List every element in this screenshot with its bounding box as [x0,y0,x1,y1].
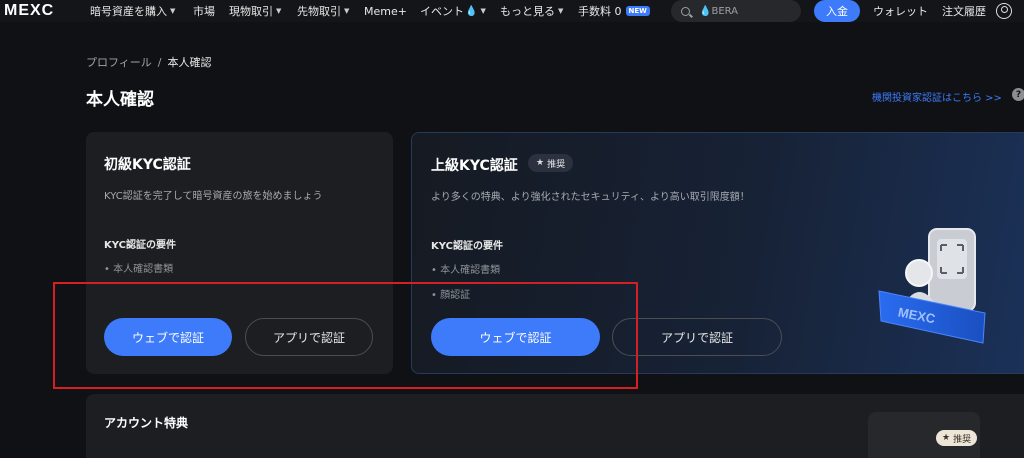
breadcrumb: プロフィール / 本人確認 [86,54,212,70]
star-icon: ★ [942,433,951,443]
search-input[interactable]: 💧 BERA [671,0,801,22]
nav-more[interactable]: もっと見る ▼ [500,0,563,22]
nav-meme[interactable]: Meme+ [364,0,407,22]
nav-fees-label: 手数料 0 [578,5,622,18]
nav-markets[interactable]: 市場 [193,0,215,22]
advanced-requirement-id-document: • 本人確認書類 [431,265,501,276]
top-nav: MEXC 暗号資産を購入 ▼ 市場 現物取引 ▼ 先物取引 ▼ Meme+ イベント 💧… [0,0,1024,22]
basic-kyc-requirements-title: KYC認証の要件 [104,240,176,251]
nav-more-label: もっと見る [500,5,555,18]
nav-spot[interactable]: 現物取引 ▼ [229,0,281,22]
drop-icon: 💧 [699,5,712,17]
page-title: 本人確認 [86,90,154,110]
advanced-kyc-description: より多くの特典、より強化されたセキュリティ、より高い取引限度額！ [431,192,750,203]
user-icon[interactable] [996,3,1012,19]
deposit-button[interactable]: 入金 [814,0,860,22]
recommended-badge: ★ 推奨 [528,154,574,172]
mexc-logo[interactable]: MEXC [4,0,54,22]
face-verification-illustration: MEXC [878,228,986,344]
search-placeholder: BERA [711,5,739,17]
breadcrumb-profile[interactable]: プロフィール [86,56,152,69]
help-icon[interactable]: ? [1012,88,1024,101]
basic-kyc-title: 初級KYC認証 [104,157,191,173]
nav-wallet[interactable]: ウォレット [873,0,928,22]
nav-markets-label: 市場 [193,5,215,18]
basic-kyc-description: KYC認証を完了して暗号資産の旅を始めましょう [104,191,323,202]
drop-icon: 💧 [465,5,478,17]
nav-buy-crypto-label: 暗号資産を購入 [90,5,167,18]
benefits-badge-label: 推奨 [953,434,972,445]
nav-fees[interactable]: 手数料 0 NEW [578,0,650,22]
advanced-kyc-title: 上級KYC認証 [431,158,518,174]
nav-spot-label: 現物取引 [229,5,273,18]
chevron-down-icon: ▼ [558,7,564,15]
account-benefits-title: アカウント特典 [104,416,189,430]
nav-events-label: イベント [420,5,464,18]
breadcrumb-current: 本人確認 [167,56,212,69]
breadcrumb-separator: / [157,56,162,69]
account-benefits-section: アカウント特典 ★ 推奨 [86,394,1024,458]
nav-meme-label: Meme+ [364,4,407,18]
star-icon: ★ [536,158,545,168]
recommended-badge-label: 推奨 [547,159,566,170]
basic-requirement-id-document: • 本人確認書類 [104,264,174,275]
search-icon [681,6,690,16]
nav-futures[interactable]: 先物取引 ▼ [297,0,349,22]
new-badge: NEW [625,6,650,16]
chevron-down-icon: ▼ [170,7,176,15]
chevron-down-icon: ▼ [276,7,282,15]
institutional-verification-link[interactable]: 機関投資家認証はこちら >> [872,89,1002,104]
chevron-down-icon: ▼ [480,7,486,15]
chevron-down-icon: ▼ [344,7,350,15]
benefits-recommended-badge: ★ 推奨 [936,430,978,446]
nav-orders[interactable]: 注文履歴 [942,0,986,22]
nav-events[interactable]: イベント 💧 ▼ [420,0,486,22]
nav-buy-crypto[interactable]: 暗号資産を購入 ▼ [90,0,175,22]
advanced-kyc-requirements-title: KYC認証の要件 [431,241,503,252]
highlight-box [53,282,638,389]
nav-futures-label: 先物取引 [297,5,341,18]
benefits-side-panel: ★ 推奨 [868,412,980,458]
